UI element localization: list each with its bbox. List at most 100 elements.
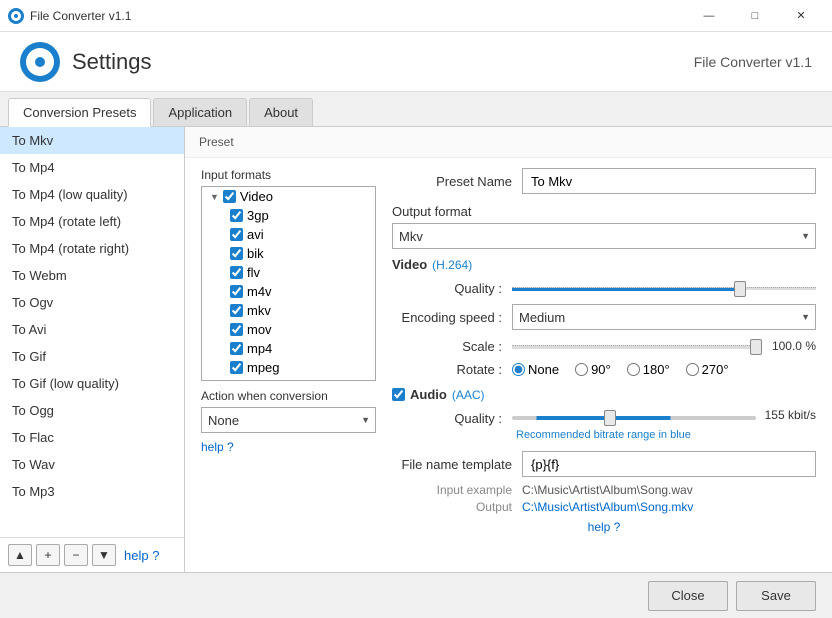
output-example-value: C:\Music\Artist\Album\Song.mkv — [522, 500, 693, 514]
bik-checkbox[interactable] — [230, 247, 243, 260]
tree-bik[interactable]: bik — [202, 244, 375, 263]
template-label: File name template — [392, 457, 522, 472]
tab-application[interactable]: Application — [153, 98, 247, 126]
video-title: Video — [392, 257, 427, 272]
sidebar-item-to-mp3[interactable]: To Mp3 — [0, 478, 184, 505]
audio-quality-thumb[interactable] — [604, 410, 616, 426]
sidebar-item-to-wav[interactable]: To Wav — [0, 451, 184, 478]
tab-about[interactable]: About — [249, 98, 313, 126]
rotate-180[interactable]: 180° — [627, 362, 670, 377]
move-down-button[interactable]: ▼ — [92, 544, 116, 566]
template-input[interactable] — [522, 451, 816, 477]
output-example-label: Output — [392, 500, 522, 514]
sidebar-item-to-mp4-low[interactable]: To Mp4 (low quality) — [0, 181, 184, 208]
audio-title: Audio — [410, 387, 447, 402]
tree-3gp[interactable]: 3gp — [202, 206, 375, 225]
app-header-left: Settings — [20, 42, 152, 82]
mov-checkbox[interactable] — [230, 323, 243, 336]
audio-quality-value: 155 kbit/s — [756, 408, 816, 422]
tree-flv[interactable]: flv — [202, 263, 375, 282]
app-header: Settings File Converter v1.1 — [0, 32, 832, 92]
flv-checkbox[interactable] — [230, 266, 243, 279]
close-button-bottom[interactable]: Close — [648, 581, 728, 611]
audio-hint: Recommended bitrate range in blue — [516, 429, 756, 441]
3gp-checkbox[interactable] — [230, 209, 243, 222]
tree-m4v[interactable]: m4v — [202, 282, 375, 301]
preset-name-label: Preset Name — [392, 174, 522, 189]
sidebar-item-to-ogv[interactable]: To Ogv — [0, 289, 184, 316]
sidebar-item-to-flac[interactable]: To Flac — [0, 424, 184, 451]
right-panel: Preset placeholder for alignment Input f… — [185, 127, 832, 572]
add-button[interactable]: + — [36, 544, 60, 566]
input-formats-tree: ▼ Video 3gp avi — [201, 186, 376, 381]
video-label: Video — [240, 189, 273, 204]
sidebar-footer: ▲ + − ▼ help ? — [0, 537, 184, 572]
mkv-checkbox[interactable] — [230, 304, 243, 317]
ogv-checkbox[interactable] — [230, 380, 243, 381]
sidebar-item-to-mkv[interactable]: To Mkv — [0, 127, 184, 154]
template-help-link[interactable]: help ? — [588, 520, 621, 534]
rotate-none[interactable]: None — [512, 362, 559, 377]
quality-label: Quality : — [392, 281, 512, 296]
sidebar-help-link[interactable]: help ? — [124, 548, 159, 563]
action-select[interactable]: None Open folder Open file — [201, 407, 376, 433]
preset-name-input[interactable] — [522, 168, 816, 194]
tree-mpeg[interactable]: mpeg — [202, 358, 375, 377]
rotate-270[interactable]: 270° — [686, 362, 729, 377]
audio-codec: (AAC) — [452, 388, 485, 402]
tab-bar: Conversion Presets Application About — [0, 92, 832, 127]
maximize-button[interactable]: □ — [732, 0, 778, 32]
tab-conversion-presets[interactable]: Conversion Presets — [8, 98, 151, 127]
encoding-select[interactable]: UltrafastSuperfastVeryfast FasterFastMed… — [512, 304, 816, 330]
tree-mp4[interactable]: mp4 — [202, 339, 375, 358]
audio-enabled-checkbox[interactable] — [392, 388, 405, 401]
input-example-value: C:\Music\Artist\Album\Song.wav — [522, 483, 693, 497]
scale-label: Scale : — [392, 339, 512, 354]
action-label: Action when conversion — [201, 389, 376, 403]
tree-ogv[interactable]: ogv — [202, 377, 375, 381]
remove-button[interactable]: − — [64, 544, 88, 566]
input-example-label: Input example — [392, 483, 522, 497]
mpeg-checkbox[interactable] — [230, 361, 243, 374]
tree-video-parent[interactable]: ▼ Video — [202, 187, 375, 206]
video-checkbox[interactable] — [223, 190, 236, 203]
save-button[interactable]: Save — [736, 581, 816, 611]
sidebar-item-to-gif-low[interactable]: To Gif (low quality) — [0, 370, 184, 397]
sidebar-item-to-webm[interactable]: To Webm — [0, 262, 184, 289]
tree-mkv[interactable]: mkv — [202, 301, 375, 320]
close-button[interactable]: ✕ — [778, 0, 824, 32]
quality-thumb[interactable] — [734, 281, 746, 297]
minimize-button[interactable]: — — [686, 0, 732, 32]
video-codec: (H.264) — [432, 258, 472, 272]
scale-thumb[interactable] — [750, 339, 762, 355]
titlebar-controls: — □ ✕ — [686, 0, 824, 32]
sidebar-item-to-mp4[interactable]: To Mp4 — [0, 154, 184, 181]
app-version: File Converter v1.1 — [694, 54, 812, 70]
sidebar-item-to-ogg[interactable]: To Ogg — [0, 397, 184, 424]
tree-avi[interactable]: avi — [202, 225, 375, 244]
input-formats-label: Input formats — [201, 168, 376, 182]
sidebar: To Mkv To Mp4 To Mp4 (low quality) To Mp… — [0, 127, 185, 572]
tree-mov[interactable]: mov — [202, 320, 375, 339]
titlebar-title: File Converter v1.1 — [30, 9, 131, 23]
rotate-90[interactable]: 90° — [575, 362, 611, 377]
sidebar-item-to-mp4-right[interactable]: To Mp4 (rotate right) — [0, 235, 184, 262]
quality-slider-container — [512, 278, 816, 298]
avi-checkbox[interactable] — [230, 228, 243, 241]
move-up-button[interactable]: ▲ — [8, 544, 32, 566]
m4v-checkbox[interactable] — [230, 285, 243, 298]
bottom-bar: Close Save — [0, 572, 832, 618]
output-format-select[interactable]: Mkv Mp4 Avi Ogv Webm — [392, 223, 816, 249]
scale-slider-container — [512, 336, 756, 356]
sidebar-item-to-gif[interactable]: To Gif — [0, 343, 184, 370]
sidebar-item-to-mp4-left[interactable]: To Mp4 (rotate left) — [0, 208, 184, 235]
sidebar-item-to-avi[interactable]: To Avi — [0, 316, 184, 343]
action-help-link[interactable]: help ? — [201, 440, 234, 454]
preset-label: Preset — [185, 127, 832, 158]
titlebar-left: File Converter v1.1 — [8, 8, 131, 24]
audio-quality-label: Quality : — [392, 408, 512, 426]
mp4-checkbox[interactable] — [230, 342, 243, 355]
scale-value: 100.0 % — [756, 339, 816, 353]
rotate-label: Rotate : — [392, 362, 512, 377]
sidebar-list: To Mkv To Mp4 To Mp4 (low quality) To Mp… — [0, 127, 184, 537]
